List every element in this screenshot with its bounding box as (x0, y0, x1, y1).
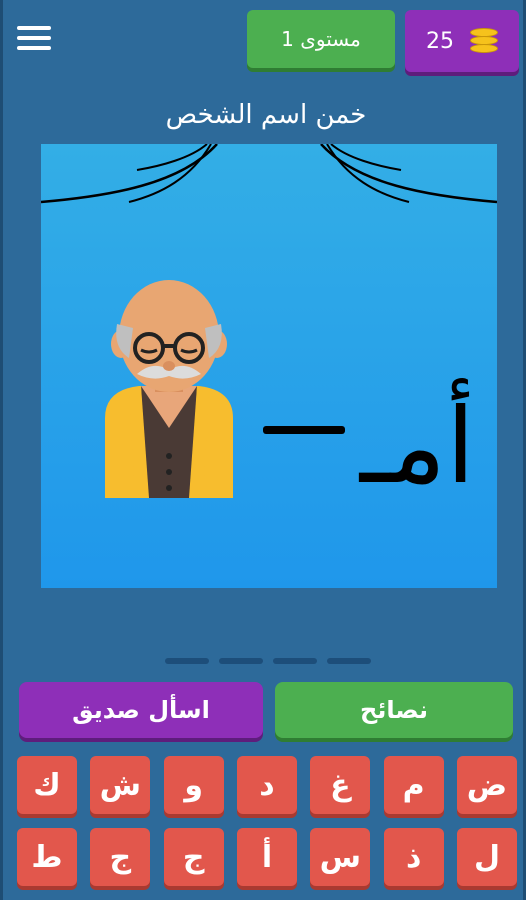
answer-slot[interactable] (327, 658, 371, 664)
letter-key[interactable]: و (163, 756, 224, 814)
coins-icon (470, 28, 498, 54)
letter-key[interactable]: ج (163, 828, 224, 886)
letter-key[interactable]: ك (17, 756, 77, 814)
answer-slot[interactable] (165, 658, 209, 664)
hints-button[interactable]: نصائح (275, 682, 513, 738)
game-screen: مستوى 1 25 خمن اسم الشخص أمـ اسأل صديق ن… (0, 0, 526, 900)
letter-key[interactable]: س (310, 828, 371, 886)
question-prompt: خمن اسم الشخص (165, 100, 367, 130)
puzzle-image: أمـ (41, 144, 497, 588)
answer-slot[interactable] (273, 658, 317, 664)
clue-text: أمـ (359, 385, 475, 507)
curtain-lines-icon (41, 144, 497, 204)
ask-friend-button[interactable]: اسأل صديق (19, 682, 263, 738)
letter-key[interactable]: ج (90, 828, 151, 886)
letter-key[interactable]: م (383, 756, 444, 814)
coins-count: 25 (426, 28, 454, 54)
old-man-icon (105, 280, 233, 498)
letter-key[interactable]: أ (236, 828, 297, 886)
letter-key[interactable]: غ (310, 756, 371, 814)
letter-key[interactable]: د (236, 756, 297, 814)
clue-tatweel (263, 426, 345, 434)
answer-slots (165, 658, 371, 664)
coins-button[interactable]: 25 (405, 10, 519, 72)
hints-label: نصائح (360, 696, 428, 724)
menu-icon[interactable] (17, 26, 51, 54)
keyboard-row-1: ض م غ د و ش ك (17, 756, 517, 814)
level-badge[interactable]: مستوى 1 (247, 10, 395, 68)
letter-key[interactable]: ض (456, 756, 517, 814)
letter-keyboard: ض م غ د و ش ك ل ذ س أ ج ج ط (17, 756, 517, 900)
level-label: مستوى 1 (281, 27, 361, 51)
letter-key[interactable]: ش (90, 756, 151, 814)
letter-key[interactable]: ط (17, 828, 77, 886)
ask-friend-label: اسأل صديق (72, 696, 210, 724)
answer-slot[interactable] (219, 658, 263, 664)
letter-key[interactable]: ل (456, 828, 517, 886)
letter-key[interactable]: ذ (383, 828, 444, 886)
keyboard-row-2: ل ذ س أ ج ج ط (17, 828, 517, 886)
